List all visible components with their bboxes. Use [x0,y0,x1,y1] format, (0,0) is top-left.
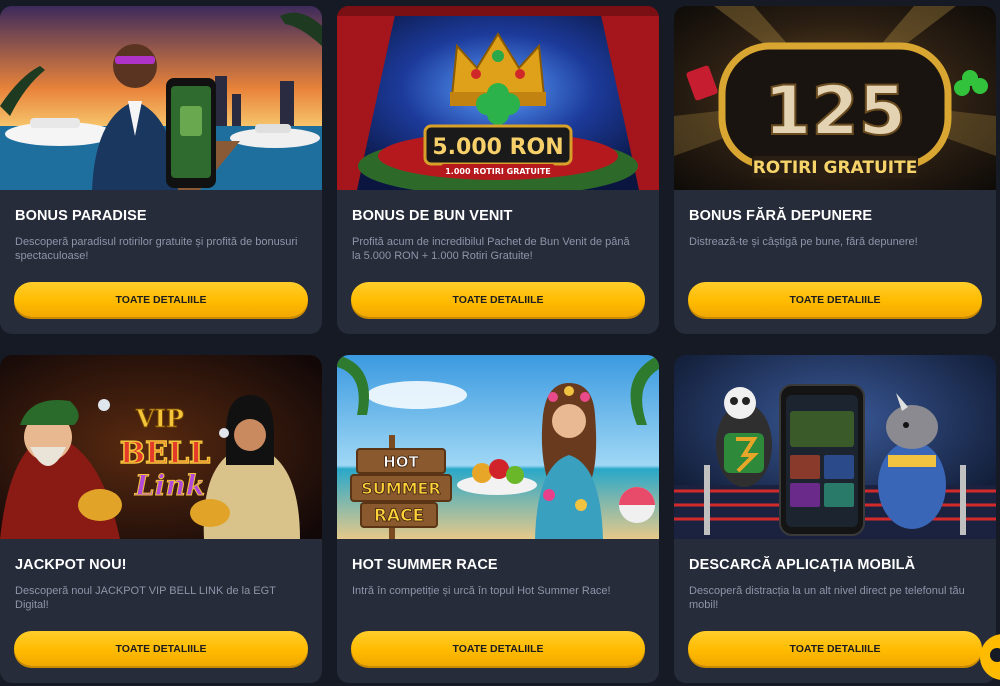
promo-card-hot-summer-race: HOT SUMMER RACE HOT SUMMER RACE Intră în… [337,355,659,683]
banner-subline: ROTIRI GRATUITE [753,158,918,178]
banner-image-hot-summer-race[interactable]: HOT SUMMER RACE [337,355,659,539]
banner-bell: BELL [120,436,210,471]
banner-subline: 1.000 ROTIRI GRATUITE [445,167,551,176]
details-button[interactable]: TOATE DETALIILE [14,282,308,317]
banner-hot: HOT [383,453,419,471]
card-title: BONUS DE BUN VENIT [352,208,513,224]
banner-link: Link [134,469,205,502]
card-description: Profită acum de incredibilul Pachet de B… [352,236,630,262]
promo-card-jackpot-nou: VIP BELL Link JACKPOT NOU! Descoperă nou… [0,355,322,683]
banner-headline: 5.000 RON [432,135,563,160]
banner-image-jackpot-nou[interactable]: VIP BELL Link [0,355,322,539]
banner-number: 125 [764,72,906,151]
promo-card-bonus-fara-depunere: 125 ROTIRI GRATUITE BONUS FĂRĂ DEPUNERE … [674,6,996,334]
card-title: HOT SUMMER RACE [352,557,498,573]
promo-card-aplicatia-mobila: DESCARCĂ APLICAȚIA MOBILĂ Descoperă dist… [674,355,996,683]
card-title: JACKPOT NOU! [15,557,127,573]
banner-image-bonus-fara-depunere[interactable]: 125 ROTIRI GRATUITE [674,6,996,190]
banner-summer: SUMMER [361,479,441,498]
card-title: BONUS FĂRĂ DEPUNERE [689,208,873,224]
details-button[interactable]: TOATE DETALIILE [351,282,645,317]
chat-dot [990,648,1000,662]
promo-card-bonus-bun-venit: 5.000 RON 1.000 ROTIRI GRATUITE BONUS DE… [337,6,659,334]
card-description: Descoperă noul JACKPOT VIP BELL LINK de … [15,585,276,611]
banner-image-bonus-paradise[interactable] [0,6,322,190]
card-description: Descoperă distracția la un alt nivel dir… [689,585,965,611]
details-button[interactable]: TOATE DETALIILE [14,631,308,666]
promo-card-bonus-paradise: BONUS PARADISE Descoperă paradisul rotir… [0,6,322,334]
details-button[interactable]: TOATE DETALIILE [688,631,982,666]
details-button[interactable]: TOATE DETALIILE [351,631,645,666]
banner-image-bonus-bun-venit[interactable]: 5.000 RON 1.000 ROTIRI GRATUITE [337,6,659,190]
card-description: Intră în competiție și urcă în topul Hot… [352,585,611,597]
banner-vip: VIP [135,404,184,433]
card-title: DESCARCĂ APLICAȚIA MOBILĂ [689,557,916,573]
banner-image-aplicatia-mobila[interactable] [674,355,996,539]
card-description: Descoperă paradisul rotirilor gratuite ș… [15,236,298,262]
details-button[interactable]: TOATE DETALIILE [688,282,982,317]
card-title: BONUS PARADISE [15,208,147,224]
card-description: Distrează-te și câștigă pe bune, fără de… [689,236,918,248]
banner-race: RACE [374,506,424,526]
